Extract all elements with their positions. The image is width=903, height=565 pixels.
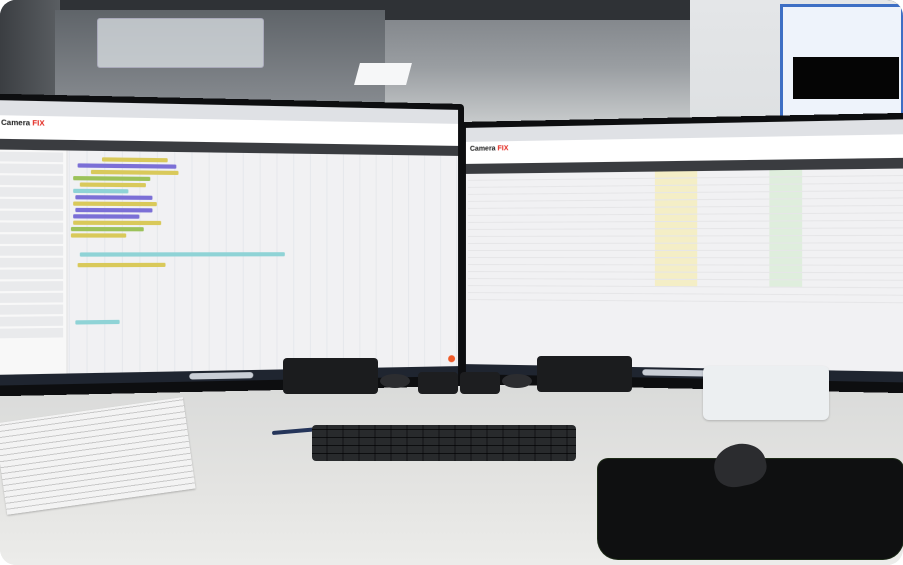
app-logo: Camera FIX [470, 145, 509, 153]
sidebar-row [0, 304, 64, 315]
left-speaker [283, 358, 378, 394]
right-screen: Camera FIX [465, 118, 903, 383]
clamp-base-right [502, 374, 532, 388]
data-table [467, 168, 903, 372]
gantt-bar [75, 207, 153, 213]
gantt-bar [79, 182, 146, 188]
taskbar-search [188, 372, 253, 380]
sidebar-row [0, 198, 64, 209]
gantt-bar [73, 176, 151, 182]
gantt-bar [73, 188, 129, 194]
taskbar-search [642, 369, 706, 377]
redaction-box [793, 57, 899, 99]
gantt-bar [90, 169, 179, 176]
sidebar-row [0, 222, 64, 233]
clamp-base-left [380, 374, 410, 388]
gantt-bar [75, 195, 153, 200]
gantt-bar [75, 319, 120, 325]
right-monitor: Camera FIX [460, 112, 903, 394]
app-name: Camera [469, 145, 496, 153]
sidebar-row [0, 187, 64, 198]
sidebar-row [0, 210, 64, 221]
gantt-bar [77, 262, 166, 268]
gantt-bar [73, 214, 140, 219]
sidebar-row [0, 327, 64, 339]
app-logo: Camera FIX [1, 120, 45, 128]
left-screen: Camera FIX [0, 100, 459, 386]
gantt-bar [79, 252, 285, 257]
left-monitor: Camera FIX [0, 93, 464, 397]
gantt-bar [70, 233, 127, 238]
sidebar-row [0, 281, 64, 292]
ceiling-light [354, 63, 412, 85]
gantt-chart [68, 150, 459, 374]
sidebar-row [0, 246, 64, 256]
table-row [467, 293, 903, 304]
arm-base-left [418, 372, 458, 394]
sidebar-row [0, 316, 64, 327]
sidebar-row [0, 175, 64, 186]
mini-pc [703, 366, 829, 420]
gantt-bar [101, 157, 168, 163]
right-speaker [537, 356, 632, 392]
sidebar-row [0, 292, 64, 303]
office-desk-photo: Camera FIX Camera FIX [0, 0, 903, 565]
app-accent: FIX [497, 145, 509, 153]
keyboard [312, 425, 576, 461]
gantt-bar [73, 220, 162, 226]
storage-bin [97, 18, 264, 68]
sidebar-row [0, 151, 64, 163]
app-accent: FIX [32, 120, 45, 128]
sidebar-row [0, 269, 64, 280]
sidebar-row [0, 234, 64, 244]
gantt-bar [77, 163, 177, 169]
table-row [467, 243, 903, 251]
gantt-bar [70, 226, 144, 232]
sidebar-row [0, 257, 64, 268]
app-name: Camera [1, 119, 31, 128]
gantt-bar [73, 201, 157, 207]
gantt-sidebar [0, 149, 68, 375]
arm-base-right [460, 372, 500, 394]
sidebar-row [0, 163, 64, 174]
